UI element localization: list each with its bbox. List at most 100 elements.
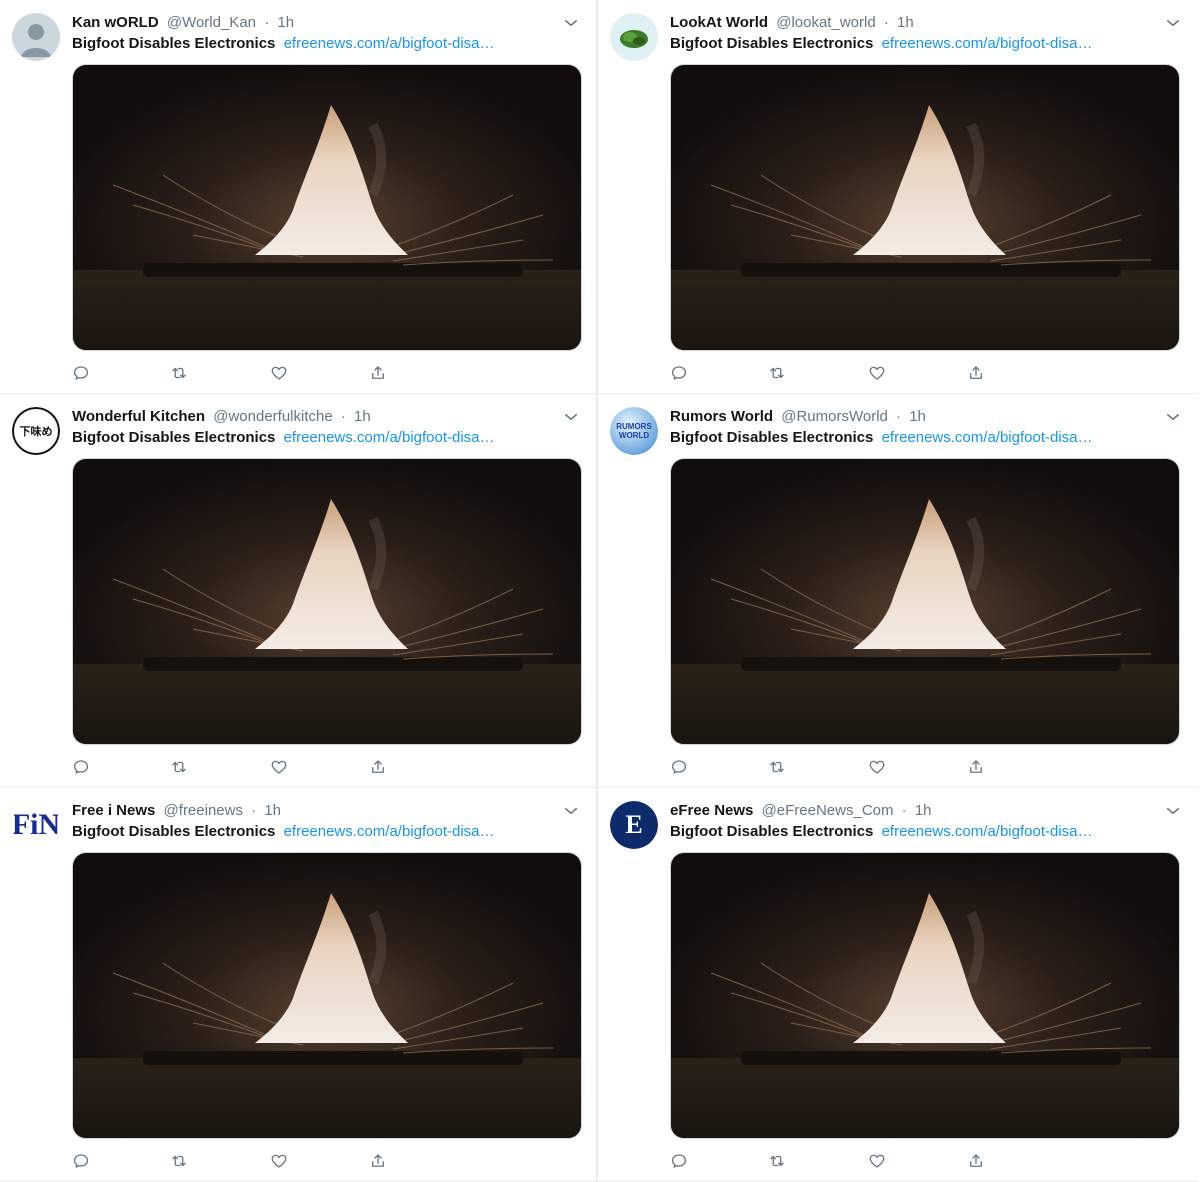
like-button[interactable] <box>270 1152 292 1174</box>
share-button[interactable] <box>967 1152 989 1174</box>
reply-button[interactable] <box>670 364 692 386</box>
fin-logo: FiN <box>12 801 60 849</box>
chevron-down-icon[interactable] <box>562 14 580 32</box>
tweet-link[interactable]: efreenews.com/a/bigfoot-disa… <box>882 429 1093 446</box>
efree-logo-text: E <box>625 810 643 839</box>
bonfire-image[interactable] <box>670 64 1180 351</box>
retweet-button[interactable] <box>768 1152 790 1174</box>
tweet[interactable]: Kan wORLD @World_Kan · 1h Bigfoot Disabl… <box>0 0 596 394</box>
user-handle[interactable]: @wonderfulkitche <box>213 408 332 425</box>
display-name[interactable]: eFree News <box>670 802 753 819</box>
avatar[interactable] <box>610 13 658 61</box>
share-button[interactable] <box>369 1152 391 1174</box>
like-button[interactable] <box>868 364 890 386</box>
bonfire-photo <box>671 65 1179 350</box>
share-icon <box>372 366 384 379</box>
tweet[interactable]: E eFree News @eFreeNews_Com · 1h Bigfoot… <box>598 788 1198 1182</box>
avatar[interactable]: 下味め <box>12 407 60 455</box>
like-button[interactable] <box>270 364 292 386</box>
separator-dot: · <box>883 14 889 31</box>
avatar[interactable] <box>12 13 60 61</box>
user-handle[interactable]: @World_Kan <box>167 14 256 31</box>
timestamp[interactable]: 1h <box>264 802 281 819</box>
retweet-button[interactable] <box>768 364 790 386</box>
globe-logo: RUMORS WORLD <box>610 407 658 455</box>
tweet-actions <box>72 364 402 386</box>
tweet-link[interactable]: efreenews.com/a/bigfoot-disa… <box>284 429 495 446</box>
share-button[interactable] <box>369 758 391 780</box>
user-handle[interactable]: @freeinews <box>164 802 243 819</box>
kitchen-logo: 下味め <box>12 407 60 455</box>
timestamp[interactable]: 1h <box>915 802 932 819</box>
retweet-icon <box>172 1155 186 1167</box>
chevron-down-icon[interactable] <box>1164 802 1182 820</box>
retweet-button[interactable] <box>768 758 790 780</box>
share-button[interactable] <box>967 364 989 386</box>
chevron-down-icon[interactable] <box>562 408 580 426</box>
bonfire-image[interactable] <box>670 852 1180 1139</box>
tweet-text: Bigfoot Disables Electronics efreenews.c… <box>670 428 1178 448</box>
display-name[interactable]: Rumors World <box>670 408 773 425</box>
tweet-link[interactable]: efreenews.com/a/bigfoot-disa… <box>882 823 1093 840</box>
display-name[interactable]: Kan wORLD <box>72 14 159 31</box>
user-handle[interactable]: @lookat_world <box>776 14 875 31</box>
timestamp[interactable]: 1h <box>897 14 914 31</box>
bonfire-image[interactable] <box>670 458 1180 745</box>
timestamp[interactable]: 1h <box>277 14 294 31</box>
tweet-header: Kan wORLD @World_Kan · 1h <box>72 13 576 33</box>
separator-dot: · <box>896 408 902 425</box>
reply-button[interactable] <box>72 364 94 386</box>
like-icon <box>869 366 885 380</box>
globe-logo-text: RUMORS WORLD <box>616 422 652 440</box>
timestamp[interactable]: 1h <box>354 408 371 425</box>
chevron-down-icon[interactable] <box>562 802 580 820</box>
tweet-link[interactable]: efreenews.com/a/bigfoot-disa… <box>284 823 495 840</box>
share-icon <box>372 760 384 773</box>
reply-button[interactable] <box>670 758 692 780</box>
share-icon <box>970 1154 982 1167</box>
display-name[interactable]: Wonderful Kitchen <box>72 408 205 425</box>
tweet[interactable]: RUMORS WORLD Rumors World @RumorsWorld ·… <box>598 394 1198 788</box>
avatar[interactable]: RUMORS WORLD <box>610 407 658 455</box>
chevron-down-icon[interactable] <box>1164 408 1182 426</box>
user-handle[interactable]: @eFreeNews_Com <box>762 802 894 819</box>
like-icon <box>869 1154 885 1168</box>
tweet[interactable]: LookAt World @lookat_world · 1h Bigfoot … <box>598 0 1198 394</box>
display-name[interactable]: Free i News <box>72 802 155 819</box>
tweet-title: Bigfoot Disables Electronics <box>72 823 276 840</box>
bonfire-image[interactable] <box>72 64 582 351</box>
reply-button[interactable] <box>670 1152 692 1174</box>
reply-button[interactable] <box>72 758 94 780</box>
share-button[interactable] <box>369 364 391 386</box>
tweet-text: Bigfoot Disables Electronics efreenews.c… <box>670 34 1178 54</box>
chevron-down-icon[interactable] <box>1164 14 1182 32</box>
avatar[interactable]: E <box>610 801 658 849</box>
bonfire-image[interactable] <box>72 458 582 745</box>
retweet-button[interactable] <box>170 758 192 780</box>
tweet-link[interactable]: efreenews.com/a/bigfoot-disa… <box>284 35 495 52</box>
retweet-button[interactable] <box>170 1152 192 1174</box>
tweet-actions <box>670 758 1000 780</box>
display-name[interactable]: LookAt World <box>670 14 768 31</box>
user-handle[interactable]: @RumorsWorld <box>781 408 888 425</box>
tweet-actions <box>670 364 1000 386</box>
separator-dot: · <box>251 802 257 819</box>
like-icon <box>271 1154 287 1168</box>
like-button[interactable] <box>868 1152 890 1174</box>
tweet[interactable]: 下味め Wonderful Kitchen @wonderfulkitche ·… <box>0 394 596 788</box>
share-button[interactable] <box>967 758 989 780</box>
default-avatar-icon <box>12 13 60 61</box>
timestamp[interactable]: 1h <box>909 408 926 425</box>
tweet-link[interactable]: efreenews.com/a/bigfoot-disa… <box>882 35 1093 52</box>
reply-button[interactable] <box>72 1152 94 1174</box>
retweet-button[interactable] <box>170 364 192 386</box>
bonfire-image[interactable] <box>72 852 582 1139</box>
like-button[interactable] <box>270 758 292 780</box>
like-button[interactable] <box>868 758 890 780</box>
avatar[interactable]: FiN <box>12 801 60 849</box>
retweet-icon <box>172 761 186 773</box>
tweet-text: Bigfoot Disables Electronics efreenews.c… <box>72 428 576 448</box>
like-icon <box>869 760 885 774</box>
tweet[interactable]: FiN Free i News @freeinews · 1h Bigfoot … <box>0 788 596 1182</box>
bonfire-photo <box>73 65 581 350</box>
